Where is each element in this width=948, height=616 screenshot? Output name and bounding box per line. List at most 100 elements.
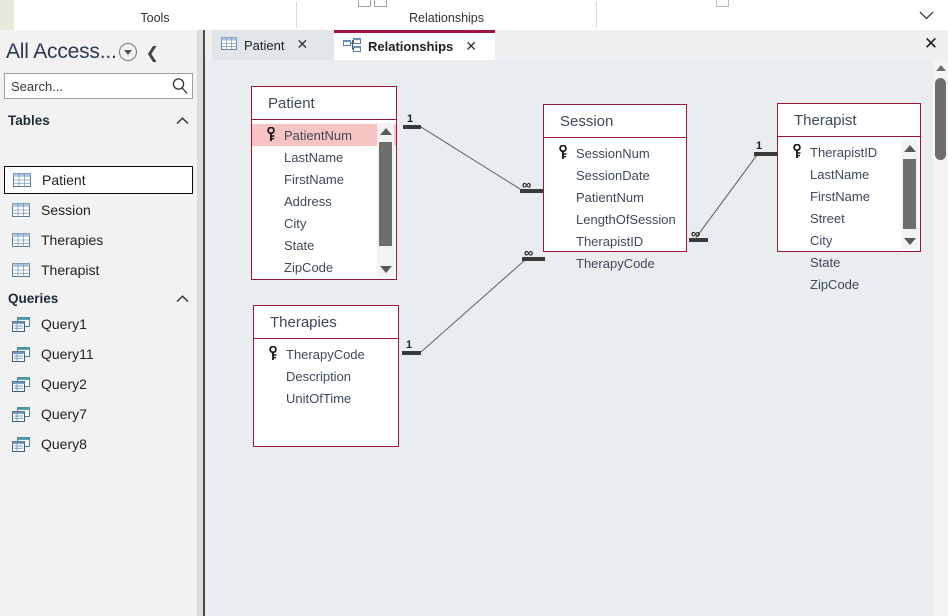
scroll-up-arrow-icon[interactable] <box>377 123 394 139</box>
sidebar-item-label: Query7 <box>41 406 87 422</box>
entity-scrollbar-patient[interactable] <box>377 123 394 277</box>
sidebar-item-therapies[interactable]: Therapies <box>4 226 193 254</box>
scroll-thumb[interactable] <box>903 159 916 229</box>
primary-key-icon <box>558 144 570 160</box>
sidebar-item-session[interactable]: Session <box>4 196 193 224</box>
field-row-city[interactable]: City <box>778 229 920 251</box>
query-icon <box>12 437 30 452</box>
entity-field-list-session: SessionNum SessionDate PatientNum Length… <box>544 138 686 274</box>
field-label: UnitOfTime <box>286 390 352 406</box>
dropdown-arrow-icon[interactable] <box>118 43 137 61</box>
relationships-canvas[interactable]: 1 ∞ 1 ∞ ∞ 1 Patient PatientNum LastName … <box>205 60 933 616</box>
sidebar-item-label: Query11 <box>41 346 94 362</box>
scroll-thumb[interactable] <box>935 78 946 160</box>
sidebar-item-query8[interactable]: Query8 <box>4 430 193 458</box>
nav-group-header-tables[interactable]: Tables <box>0 108 197 132</box>
field-row-address[interactable]: Address <box>252 190 396 212</box>
field-row-lastname[interactable]: LastName <box>778 163 920 185</box>
field-row-therapistid-fk[interactable]: TherapistID <box>544 230 686 252</box>
sidebar-item-query2[interactable]: Query2 <box>4 370 193 398</box>
canvas-vertical-scrollbar[interactable] <box>933 60 948 616</box>
chevron-up-icon-tables <box>176 113 189 128</box>
field-row-sessionnum[interactable]: SessionNum <box>544 142 686 164</box>
table-icon <box>12 203 30 217</box>
page-title: All Access... <box>6 40 117 63</box>
query-icon <box>12 377 30 392</box>
field-row-therapycode-fk[interactable]: TherapyCode <box>544 252 686 274</box>
field-row-state[interactable]: State <box>252 234 396 256</box>
field-label: State <box>284 237 315 253</box>
ribbon-group-relationships[interactable]: Relationships <box>297 0 596 30</box>
sidebar-item-query7[interactable]: Query7 <box>4 400 193 428</box>
cardinality-label-one-therapies: 1 <box>406 339 413 351</box>
tab-relationships[interactable]: Relationships ✕ <box>334 30 495 60</box>
close-icon[interactable]: ✕ <box>465 39 477 55</box>
field-row-patientnum[interactable]: PatientNum <box>252 124 396 146</box>
scroll-thumb[interactable] <box>379 142 392 246</box>
field-row-sessiondate[interactable]: SessionDate <box>544 164 686 186</box>
field-row-therapistid[interactable]: TherapistID <box>778 141 920 163</box>
field-row-description[interactable]: Description <box>254 365 398 387</box>
field-row-state[interactable]: State <box>778 251 920 273</box>
sidebar-item-query11[interactable]: Query11 <box>4 340 193 368</box>
table-icon <box>13 173 31 187</box>
entity-box-therapist[interactable]: Therapist TherapistID LastName FirstName <box>777 103 921 292</box>
field-row-city[interactable]: City <box>252 212 396 234</box>
ribbon-group-relationships-label: Relationships <box>408 11 485 25</box>
field-label: LastName <box>284 149 344 165</box>
field-label: ZipCode <box>810 276 860 292</box>
chevron-down-icon[interactable] <box>914 3 938 27</box>
sidebar-item-therapist[interactable]: Therapist <box>4 256 193 284</box>
close-icon[interactable]: ✕ <box>296 37 308 53</box>
entity-title-therapist: Therapist <box>778 104 920 137</box>
scroll-up-arrow-icon[interactable] <box>901 140 918 156</box>
search-icon <box>168 74 192 98</box>
ribbon-icon-c <box>716 0 729 7</box>
search-input-value: Search... <box>11 78 64 94</box>
scroll-up-arrow-icon[interactable] <box>933 60 948 76</box>
field-row-zipcode[interactable]: ZipCode <box>778 273 920 295</box>
field-label: PatientNum <box>576 189 644 205</box>
nav-group-tables-label: Tables <box>8 112 50 128</box>
field-row-firstname[interactable]: FirstName <box>778 185 920 207</box>
entity-box-therapies[interactable]: Therapies TherapyCode Description UnitOf… <box>253 305 399 447</box>
scroll-down-arrow-icon[interactable] <box>901 233 918 249</box>
field-row-unitoftime[interactable]: UnitOfTime <box>254 387 398 409</box>
entity-scrollbar-therapist[interactable] <box>901 140 918 249</box>
ribbon-group-tools[interactable]: Tools <box>14 0 296 30</box>
relationship-therapies-session <box>402 257 545 355</box>
table-icon <box>12 263 30 277</box>
close-document-window-button[interactable]: ✕ <box>916 30 946 58</box>
entity-box-session[interactable]: Session SessionNum SessionDate PatientNu… <box>543 104 687 271</box>
sidebar-item-patient[interactable]: Patient <box>4 166 193 194</box>
scroll-down-arrow-icon[interactable] <box>377 261 394 277</box>
entity-field-list-patient: PatientNum LastName FirstName Address Ci… <box>252 120 396 278</box>
field-label: City <box>810 232 833 248</box>
entity-box-patient[interactable]: Patient PatientNum LastName FirstName Ad… <box>251 86 397 280</box>
field-row-lengthofsession[interactable]: LengthOfSession <box>544 208 686 230</box>
ribbon-group-tools-label: Tools <box>140 11 170 25</box>
field-label: LastName <box>810 166 870 182</box>
field-row-lastname[interactable]: LastName <box>252 146 396 168</box>
tab-label: Relationships <box>368 39 454 54</box>
field-label: Description <box>286 368 352 384</box>
field-label: LengthOfSession <box>576 211 676 227</box>
field-label: Street <box>810 210 845 226</box>
search-input[interactable]: Search... <box>4 73 193 99</box>
field-row-therapycode[interactable]: TherapyCode <box>254 343 398 365</box>
sidebar-item-query1[interactable]: Query1 <box>4 310 193 338</box>
entity-field-list-therapies: TherapyCode Description UnitOfTime <box>254 339 398 409</box>
field-label: SessionNum <box>576 145 650 161</box>
field-row-firstname[interactable]: FirstName <box>252 168 396 190</box>
query-icon <box>12 407 30 422</box>
relationship-session-therapist <box>689 152 777 242</box>
access-relationships-window: Tools Relationships All Access... ❮ Sear… <box>0 0 948 616</box>
sidebar-item-label: Query2 <box>41 376 87 392</box>
nav-group-header-queries[interactable]: Queries <box>0 286 197 310</box>
tab-patient[interactable]: Patient ✕ <box>212 30 334 60</box>
field-label: TherapyCode <box>286 346 365 362</box>
chevron-left-icon[interactable]: ❮ <box>146 43 159 62</box>
field-row-street[interactable]: Street <box>778 207 920 229</box>
field-row-zipcode[interactable]: ZipCode <box>252 256 396 278</box>
field-row-patientnum-fk[interactable]: PatientNum <box>544 186 686 208</box>
